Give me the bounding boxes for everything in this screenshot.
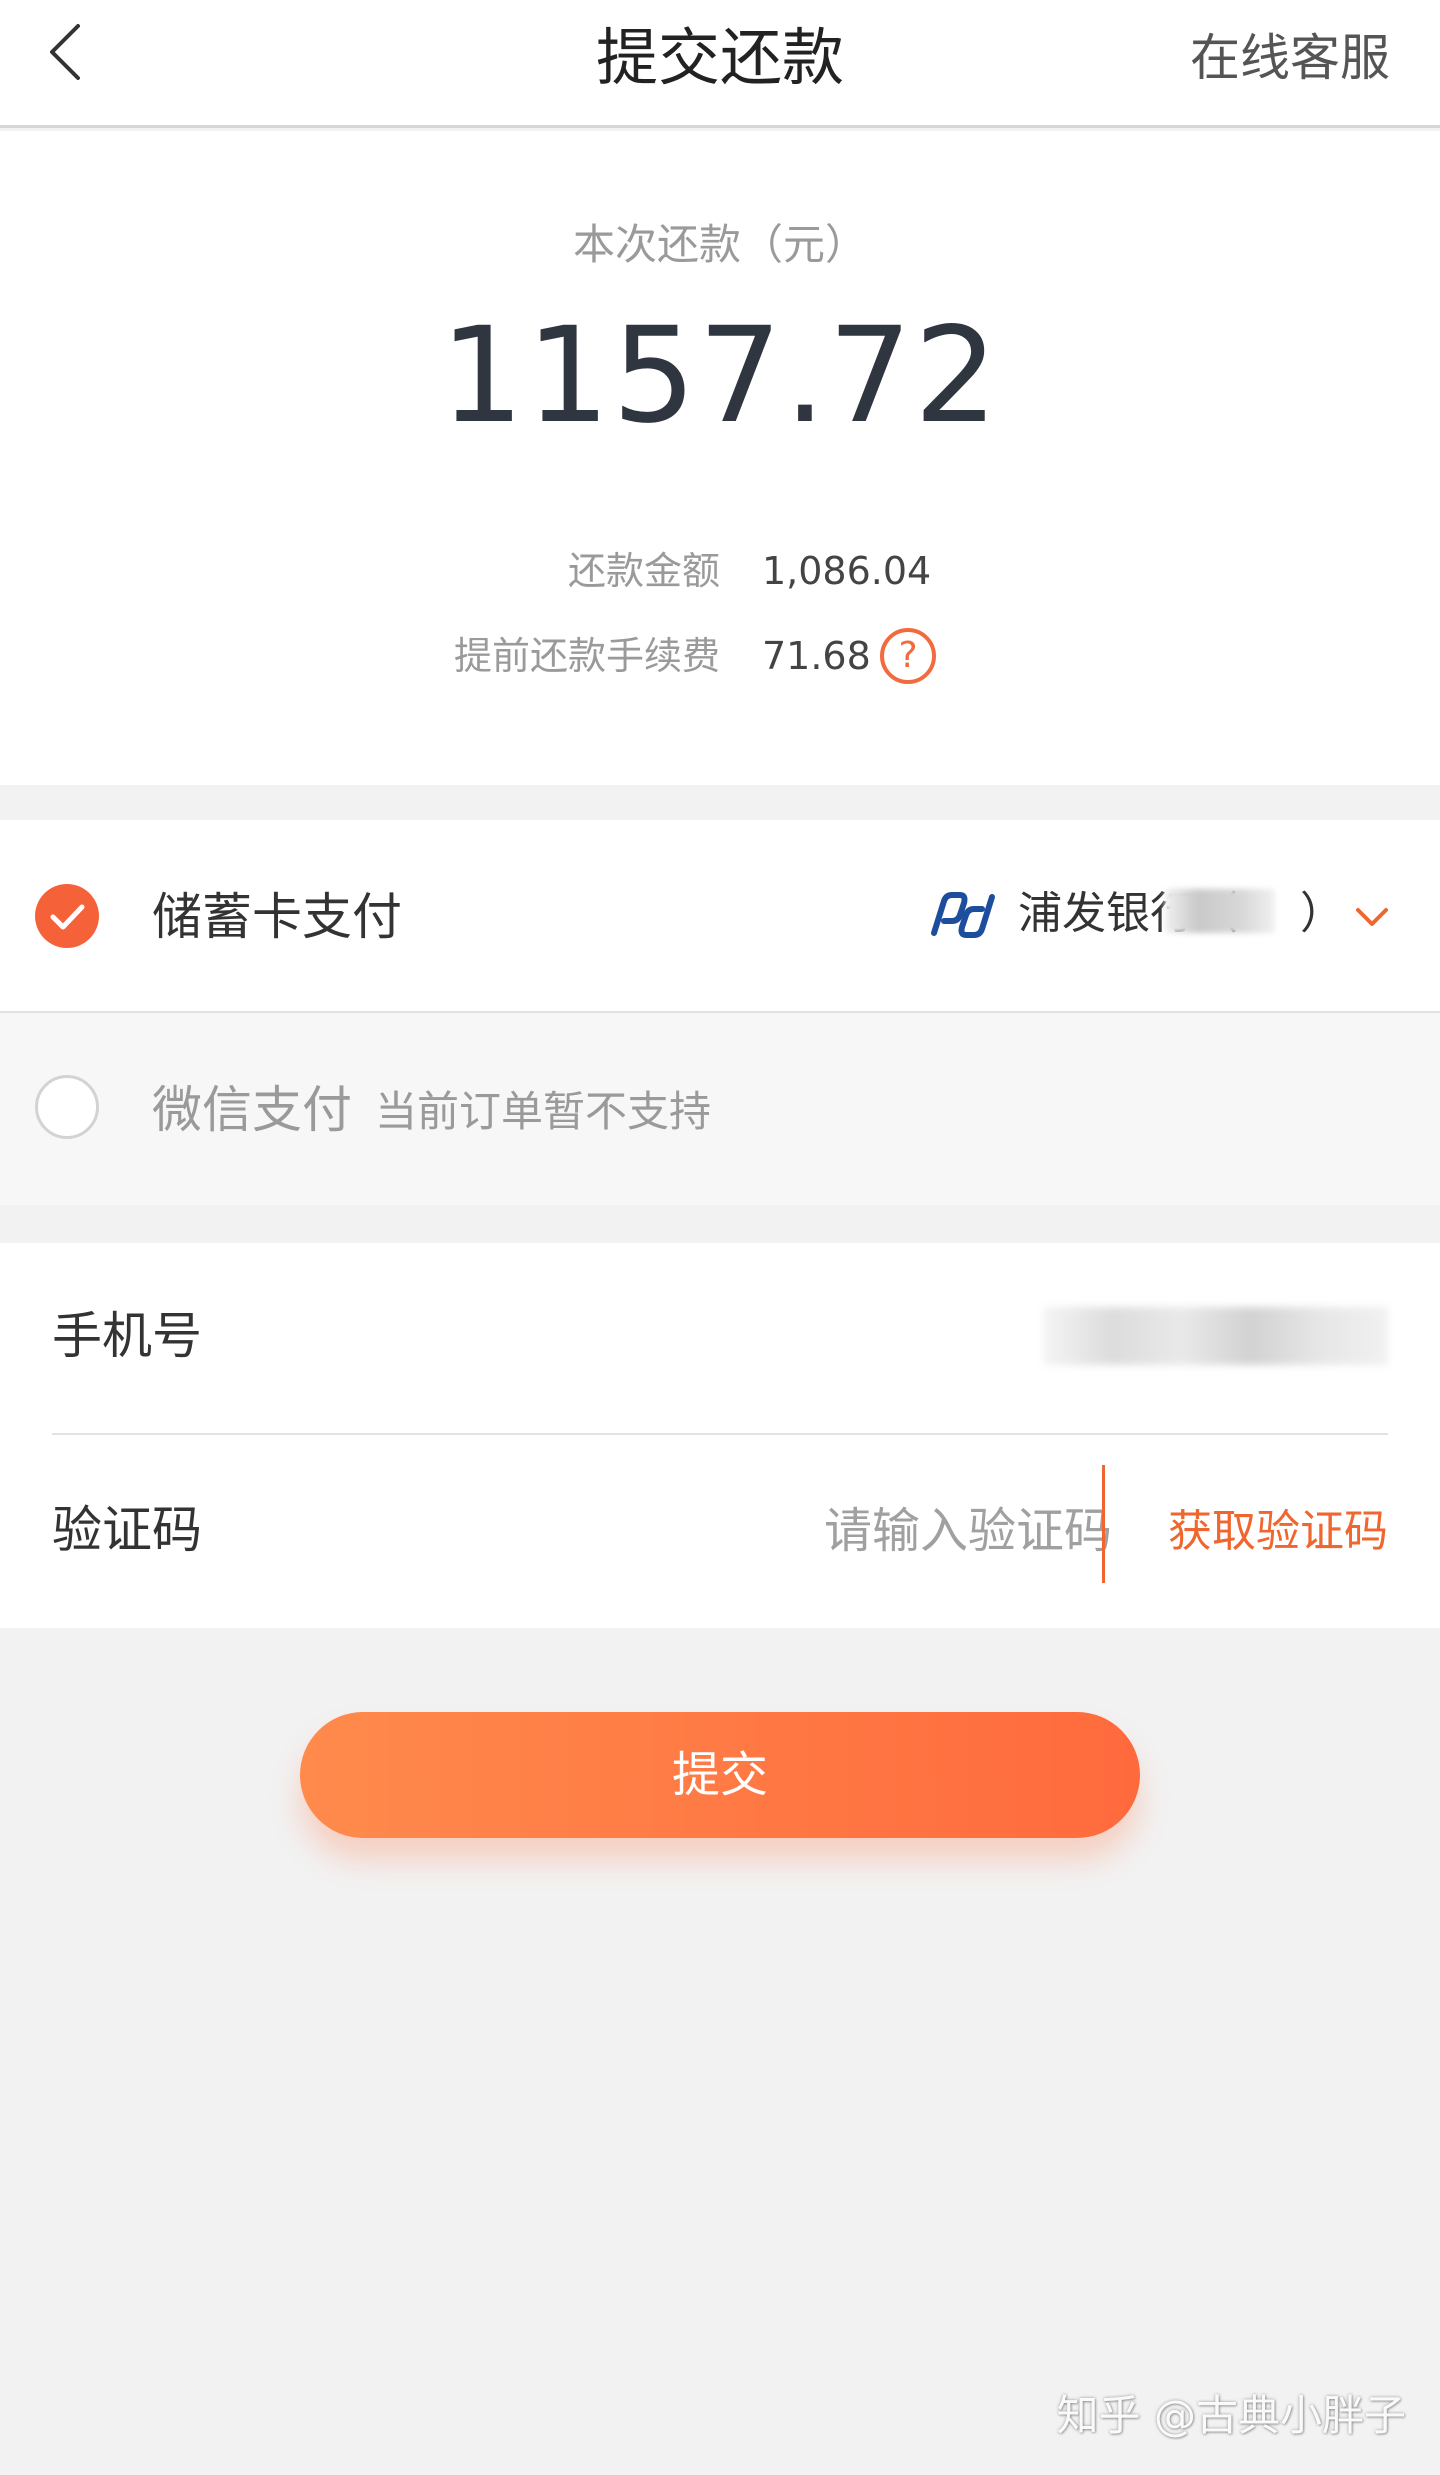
phone-label: 手机号 (52, 1307, 202, 1365)
verification-code-input[interactable] (692, 1491, 1112, 1571)
watermark: 知乎 @古典小胖子 (1056, 2391, 1406, 2440)
detail-value: 1,086.04 (762, 549, 932, 593)
nav-header: 提交还款 在线客服 (0, 0, 1440, 128)
payment-methods: 储蓄卡支付 浦发银行（ ） 微信支付 当前订单暂不支持 (0, 820, 1440, 1205)
submit-button[interactable]: 提交 (300, 1712, 1140, 1838)
detail-label: 还款金额 (567, 549, 720, 593)
checked-circle-icon[interactable] (35, 884, 99, 948)
payment-option-label: 储蓄卡支付 (152, 888, 402, 946)
phone-number-mask (1043, 1307, 1388, 1365)
phone-row: 手机号 (52, 1243, 1388, 1435)
bank-card-selector[interactable]: 浦发银行（ ） (930, 875, 1410, 955)
card-number-mask (1165, 889, 1275, 933)
detail-value: 71.68 (762, 634, 871, 678)
payment-option-debit[interactable]: 储蓄卡支付 浦发银行（ ） (0, 820, 1440, 1013)
payment-option-wechat: 微信支付 当前订单暂不支持 (0, 1013, 1440, 1205)
code-label: 验证码 (52, 1501, 202, 1559)
bank-paren: ） (1300, 888, 1344, 939)
payment-option-note: 当前订单暂不支持 (375, 1087, 712, 1136)
payment-option-label: 微信支付 (152, 1081, 352, 1139)
repayment-page: 提交还款 在线客服 本次还款（元） 1157.72 还款金额 1,086.04 … (0, 0, 1440, 2475)
checkmark-icon (50, 904, 85, 930)
amount-label: 本次还款（元） (572, 220, 867, 269)
detail-row-fee: 提前还款手续费 71.68 ? (0, 626, 1440, 686)
verification-form: 手机号 验证码 获取验证码 (0, 1243, 1440, 1628)
unchecked-circle-icon (35, 1075, 99, 1139)
spdb-bank-logo-icon (931, 892, 995, 938)
amount-value: 1157.72 (440, 299, 1000, 453)
get-code-button[interactable]: 获取验证码 (1168, 1497, 1388, 1567)
online-service-link[interactable]: 在线客服 (1190, 8, 1390, 108)
detail-label: 提前还款手续费 (453, 634, 720, 678)
amount-summary: 本次还款（元） 1157.72 还款金额 1,086.04 提前还款手续费 71… (0, 131, 1440, 785)
detail-row-principal: 还款金额 1,086.04 (0, 541, 1440, 601)
code-row: 验证码 获取验证码 (52, 1437, 1388, 1629)
chevron-down-icon (1356, 908, 1388, 926)
question-circle-icon[interactable]: ? (880, 628, 936, 684)
divider (1102, 1465, 1105, 1583)
